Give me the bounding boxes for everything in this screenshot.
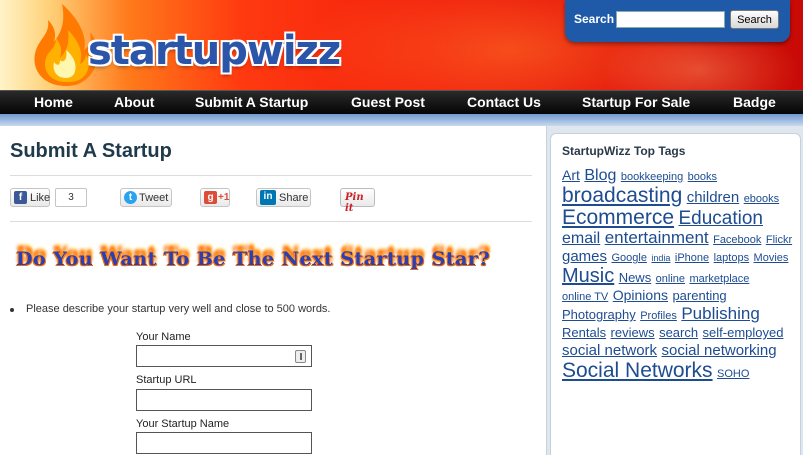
facebook-like-button[interactable]: f Like [10, 188, 50, 207]
pinterest-pin-button[interactable]: Pin it [340, 188, 375, 214]
tag-link[interactable]: parenting [672, 288, 726, 303]
tag-link[interactable]: search [659, 325, 698, 340]
autofill-key-icon[interactable] [295, 350, 306, 363]
site-logo[interactable]: startupwizz [26, 2, 341, 88]
tag-link[interactable]: Education [678, 208, 763, 229]
sidebar-tags: StartupWizz Top Tags Art Blog bookkeepin… [550, 133, 801, 455]
tag-link[interactable]: india [651, 253, 670, 263]
page-title: Submit A Startup [10, 140, 172, 162]
search-label: Search [574, 12, 615, 26]
tag-link[interactable]: Rentals [562, 325, 606, 340]
main-content: Submit A Startup f Like 3 t Tweet g +1 i… [0, 126, 547, 455]
divider [10, 175, 532, 176]
tag-link[interactable]: Blog [584, 167, 616, 184]
linkedin-share-button[interactable]: in Share [256, 188, 311, 207]
tag-link[interactable]: online TV [562, 291, 608, 303]
url-label: Startup URL [136, 374, 197, 386]
tag-link[interactable]: SOHO [717, 368, 749, 380]
tag-link[interactable]: Art [562, 167, 580, 183]
tag-link[interactable]: self-employed [703, 325, 784, 340]
nav-badge[interactable]: Badge [733, 94, 776, 110]
nav-guest-post[interactable]: Guest Post [351, 94, 425, 110]
tag-link[interactable]: Social Networks [562, 359, 713, 382]
page: startupwizz Search Search Home About Sub… [0, 0, 803, 455]
like-label: Like [30, 192, 51, 204]
search-input[interactable] [616, 11, 725, 28]
tags-title: StartupWizz Top Tags [562, 144, 686, 158]
tag-link[interactable]: books [688, 171, 717, 183]
tag-link[interactable]: Music [562, 265, 614, 287]
tag-link[interactable]: Opinions [613, 287, 668, 303]
startup-url-input[interactable] [136, 389, 312, 411]
tag-link[interactable]: Profiles [640, 310, 677, 322]
tag-link[interactable]: broadcasting [562, 184, 682, 207]
pinit-label: Pin it [345, 192, 364, 214]
nav-home[interactable]: Home [34, 94, 73, 110]
tag-link[interactable]: bookkeeping [621, 171, 683, 183]
tag-link[interactable]: online [656, 273, 685, 285]
tag-link[interactable]: reviews [611, 325, 655, 340]
tag-link[interactable]: marketplace [689, 273, 749, 285]
bullet-dot [10, 308, 14, 312]
tag-link[interactable]: Ecommerce [562, 206, 674, 229]
tag-link[interactable]: social network [562, 342, 657, 359]
name-input[interactable] [136, 345, 312, 367]
tag-link[interactable]: social networking [662, 342, 777, 359]
google-plus-icon: g [204, 191, 217, 204]
tag-link[interactable]: Google [611, 252, 646, 264]
tag-link[interactable]: iPhone [675, 252, 709, 264]
logo-wordmark: startupwizz [88, 28, 341, 74]
google-plus-button[interactable]: g +1 [200, 188, 230, 207]
tag-link[interactable]: Flickr [766, 234, 792, 246]
search-panel: Search Search [565, 0, 790, 42]
tag-link[interactable]: laptops [714, 252, 749, 264]
startup-name-input[interactable] [136, 432, 312, 454]
tag-link[interactable]: entertainment [605, 228, 709, 247]
nav-contact-us[interactable]: Contact Us [467, 94, 541, 110]
like-count: 3 [55, 188, 87, 207]
linkedin-icon: in [260, 190, 276, 205]
nav-submit-startup[interactable]: Submit A Startup [195, 94, 308, 110]
tag-cloud: Art Blog bookkeeping books broadcasting … [562, 167, 794, 382]
nav-about[interactable]: About [114, 94, 154, 110]
tweet-button[interactable]: t Tweet [120, 188, 172, 207]
nav-startup-for-sale[interactable]: Startup For Sale [582, 94, 690, 110]
startup-name-label: Your Startup Name [136, 418, 230, 430]
gplus-label: +1 [218, 192, 230, 203]
tweet-label: Tweet [139, 192, 169, 204]
tag-link[interactable]: children [687, 189, 740, 206]
tag-link[interactable]: News [619, 270, 652, 285]
twitter-icon: t [124, 191, 137, 204]
facebook-icon: f [14, 191, 27, 204]
tag-link[interactable]: email [562, 230, 600, 247]
search-button[interactable]: Search [730, 10, 779, 29]
site-header: startupwizz Search Search [0, 0, 803, 90]
tag-link[interactable]: Photography [562, 307, 636, 322]
name-label: Your Name [136, 331, 191, 343]
tag-link[interactable]: Movies [754, 252, 789, 264]
main-nav: Home About Submit A Startup Guest Post C… [0, 90, 803, 114]
tag-link[interactable]: Facebook [713, 234, 761, 246]
instruction-text: Please describe your startup very well a… [26, 303, 331, 315]
share-label: Share [279, 192, 309, 204]
tag-link[interactable]: Publishing [681, 304, 759, 323]
tag-link[interactable]: games [562, 248, 607, 265]
divider [10, 221, 532, 222]
nav-divider [0, 114, 803, 126]
fire-banner: Do You Want To Be The Next Startup Star? [16, 248, 491, 270]
tag-link[interactable]: ebooks [744, 193, 779, 205]
